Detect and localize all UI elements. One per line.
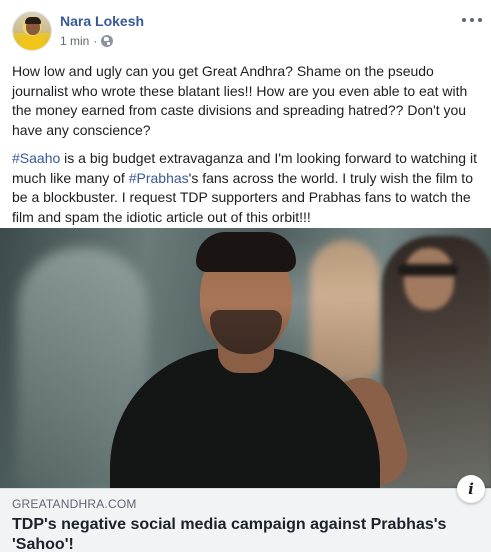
avatar-shirt	[19, 36, 47, 50]
author-avatar[interactable]	[12, 11, 52, 51]
hashtag-saaho[interactable]: #Saaho	[12, 150, 60, 166]
background-dancer	[310, 240, 380, 380]
post-meta: 1 min ·	[60, 34, 114, 48]
author-name[interactable]: Nara Lokesh	[60, 13, 144, 29]
post-paragraph-2: #Saaho is a big budget extravaganza and …	[12, 149, 482, 227]
info-icon[interactable]: i	[457, 475, 485, 503]
post-text: How low and ugly can you get Great Andhr…	[12, 62, 482, 236]
post-timestamp[interactable]: 1 min	[60, 34, 89, 48]
link-preview-footer[interactable]: i GREATANDHRA.COM TDP's negative social …	[0, 475, 491, 552]
facebook-post: Nara Lokesh 1 min · How low and ugly can…	[0, 0, 491, 552]
more-dot	[470, 18, 474, 22]
more-options-icon[interactable]	[462, 16, 482, 24]
post-header: Nara Lokesh 1 min ·	[0, 0, 491, 56]
avatar-hair	[25, 17, 41, 24]
link-title[interactable]: TDP's negative social media campaign aga…	[12, 515, 452, 552]
link-preview-image[interactable]	[0, 228, 491, 488]
hero-hair	[196, 232, 296, 272]
more-dot	[478, 18, 482, 22]
more-dot	[462, 18, 466, 22]
post-paragraph-1: How low and ugly can you get Great Andhr…	[12, 63, 468, 138]
globe-icon[interactable]	[101, 35, 114, 47]
hashtag-prabhas[interactable]: #Prabhas	[129, 170, 189, 186]
meta-separator: ·	[93, 34, 98, 48]
link-domain: GREATANDHRA.COM	[12, 497, 137, 511]
